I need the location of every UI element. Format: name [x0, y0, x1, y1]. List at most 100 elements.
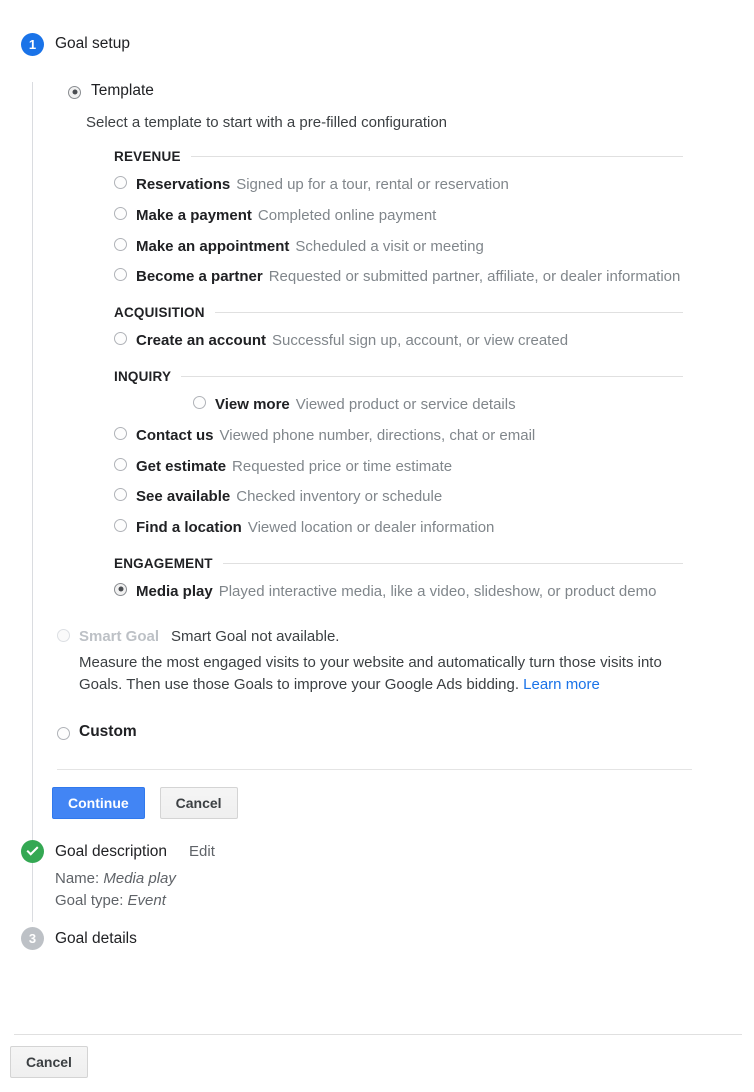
- template-option-desc: Signed up for a tour, rental or reservat…: [236, 176, 509, 193]
- template-option[interactable]: Get estimate Requested price or time esti…: [114, 457, 754, 477]
- template-groups: REVENUE Reservations Signed up for a tour,…: [0, 149, 754, 602]
- template-option-radio[interactable]: [114, 332, 127, 346]
- template-option-name: See available: [136, 488, 231, 506]
- template-option-text: Contact us Viewed phone number, direction…: [136, 426, 545, 446]
- template-option-text: Get estimate Requested price or time esti…: [136, 457, 462, 477]
- step-1-title: Goal setup: [55, 35, 130, 52]
- template-label: Template: [91, 82, 154, 99]
- bottom-bar: Cancel: [10, 1046, 88, 1078]
- template-option-desc: Played interactive media, like a video, …: [218, 582, 657, 600]
- template-option-desc: Viewed phone number, directions, chat or…: [219, 426, 536, 444]
- check-icon: [26, 843, 39, 856]
- smart-goal-description: Measure the most engaged visits to your …: [79, 652, 683, 696]
- template-option-desc: Scheduled a visit or meeting: [295, 237, 484, 255]
- template-option[interactable]: Create an account Successful sign up, acc…: [114, 331, 754, 351]
- template-option-name: Find a location: [136, 519, 242, 537]
- custom-label: Custom: [79, 723, 137, 741]
- step-2-header: [0, 837, 754, 865]
- step-3-badge: 3: [21, 927, 44, 951]
- learn-more-link[interactable]: Learn more: [523, 676, 600, 693]
- template-option-radio[interactable]: [114, 237, 127, 251]
- template-option[interactable]: Find a location Viewed location or dealer…: [114, 518, 754, 538]
- template-option[interactable]: Media play Played interactive media, like…: [114, 582, 754, 602]
- template-option[interactable]: Become a partner Requested or submitted p…: [114, 267, 754, 287]
- smart-goal-radio: [57, 628, 70, 642]
- template-option-name: View more: [215, 395, 290, 413]
- smart-goal-section: Smart Goal Smart Goal not available. Mea…: [57, 628, 754, 696]
- template-option-text: Create an account Successful sign up, acc…: [136, 331, 578, 351]
- template-option-radio[interactable]: [114, 457, 127, 471]
- template-group-title: ENGAGEMENT: [114, 555, 213, 571]
- template-option-text: Make an appointment Scheduled a visit or …: [136, 237, 494, 257]
- template-option-name: Contact us: [136, 426, 214, 444]
- template-option-name: Become a partner: [136, 268, 263, 286]
- template-group: REVENUE Reservations Signed up for a tour,…: [114, 149, 754, 287]
- template-option-radio[interactable]: [114, 268, 127, 282]
- template-option-name: Make an appointment: [136, 237, 290, 255]
- template-option-text: Reservations Signed up for a tour, rental…: [136, 175, 519, 195]
- template-group-title: REVENUE: [114, 149, 181, 164]
- summary-type-value: Event: [127, 891, 166, 909]
- smart-goal-row: Smart Goal Smart Goal not available.: [57, 628, 754, 645]
- smart-goal-label: Smart Goal: [79, 627, 160, 645]
- template-option-text: Find a location Viewed location or dealer…: [136, 518, 504, 538]
- summary-name-value: Media play: [103, 870, 176, 888]
- continue-button[interactable]: Continue: [52, 787, 145, 820]
- goal-description-summary: Name: Media play Goal type: Event: [55, 868, 754, 911]
- template-option-radio[interactable]: [193, 395, 206, 409]
- step-1-actions: Continue Cancel: [52, 787, 754, 820]
- custom-option-row[interactable]: Custom: [57, 723, 754, 741]
- template-option-radio[interactable]: [114, 582, 127, 596]
- template-option-name: Reservations: [136, 176, 231, 193]
- step-1-header: 1 Goal setup: [0, 30, 754, 58]
- template-option-name: Get estimate: [136, 457, 227, 475]
- summary-type-label: Goal type:: [55, 891, 124, 909]
- template-group-header: ENGAGEMENT: [114, 556, 754, 571]
- template-group: ACQUISITION Create an account Successful s…: [114, 305, 754, 351]
- group-rule: [214, 312, 683, 314]
- template-option[interactable]: Make an appointment Scheduled a visit or …: [114, 237, 754, 257]
- template-option-text: Make a payment Completed online payment: [136, 206, 446, 226]
- template-option[interactable]: See available Checked inventory or schedu…: [114, 487, 754, 507]
- template-group: ENGAGEMENT Media play Played interactive m…: [114, 556, 754, 602]
- template-option-desc: Checked inventory or schedule: [236, 488, 443, 506]
- template-option-radio[interactable]: [114, 488, 127, 502]
- template-group-header: INQUIRY: [114, 369, 754, 384]
- template-option-row[interactable]: Template: [68, 82, 754, 100]
- bottom-cancel-button[interactable]: Cancel: [10, 1046, 88, 1078]
- template-option-radio[interactable]: [114, 426, 127, 440]
- template-option-radio[interactable]: [114, 206, 127, 220]
- summary-name-label: Name:: [55, 870, 100, 888]
- cancel-button[interactable]: Cancel: [159, 787, 238, 820]
- template-option-name: Media play: [136, 582, 213, 600]
- bottom-divider: [14, 1034, 742, 1035]
- template-option-desc: Viewed location or dealer information: [247, 519, 495, 537]
- template-option-desc: Completed online payment: [257, 206, 437, 224]
- template-option[interactable]: Reservations Signed up for a tour, rental…: [114, 175, 754, 195]
- goal-setup-wizard: 1 Goal setup Template Select a template …: [0, 30, 754, 953]
- group-rule: [222, 562, 683, 564]
- group-rule: [181, 375, 683, 377]
- template-group: INQUIRY View more Viewed product or servic…: [114, 369, 754, 538]
- step-1-badge: 1: [21, 32, 44, 56]
- template-radio[interactable]: [68, 85, 81, 99]
- custom-radio[interactable]: [57, 726, 70, 740]
- template-option[interactable]: Contact us Viewed phone number, direction…: [114, 426, 754, 446]
- step-3-header[interactable]: 3 Goal details: [0, 925, 754, 953]
- template-option-text: See available Checked inventory or schedu…: [136, 487, 452, 507]
- template-group-title: INQUIRY: [114, 368, 172, 384]
- summary-name-row: Name: Media play: [55, 868, 754, 889]
- template-option[interactable]: Make a payment Completed online payment: [114, 206, 754, 226]
- template-option-text: Become a partner Requested or submitted p…: [136, 267, 690, 287]
- step-2-badge-complete: [21, 839, 44, 863]
- template-option-radio[interactable]: [114, 519, 127, 533]
- template-option-radio[interactable]: [114, 176, 127, 189]
- actions-divider: [57, 769, 692, 771]
- template-group-header: REVENUE: [114, 149, 754, 164]
- template-option-text: View more Viewed product or service detai…: [215, 395, 526, 415]
- wizard-connector-line: [32, 82, 33, 922]
- template-option[interactable]: View more Viewed product or service detai…: [193, 395, 754, 415]
- step-3-title: Goal details: [55, 929, 137, 947]
- template-group-title: ACQUISITION: [114, 305, 205, 321]
- template-option-name: Create an account: [136, 332, 267, 350]
